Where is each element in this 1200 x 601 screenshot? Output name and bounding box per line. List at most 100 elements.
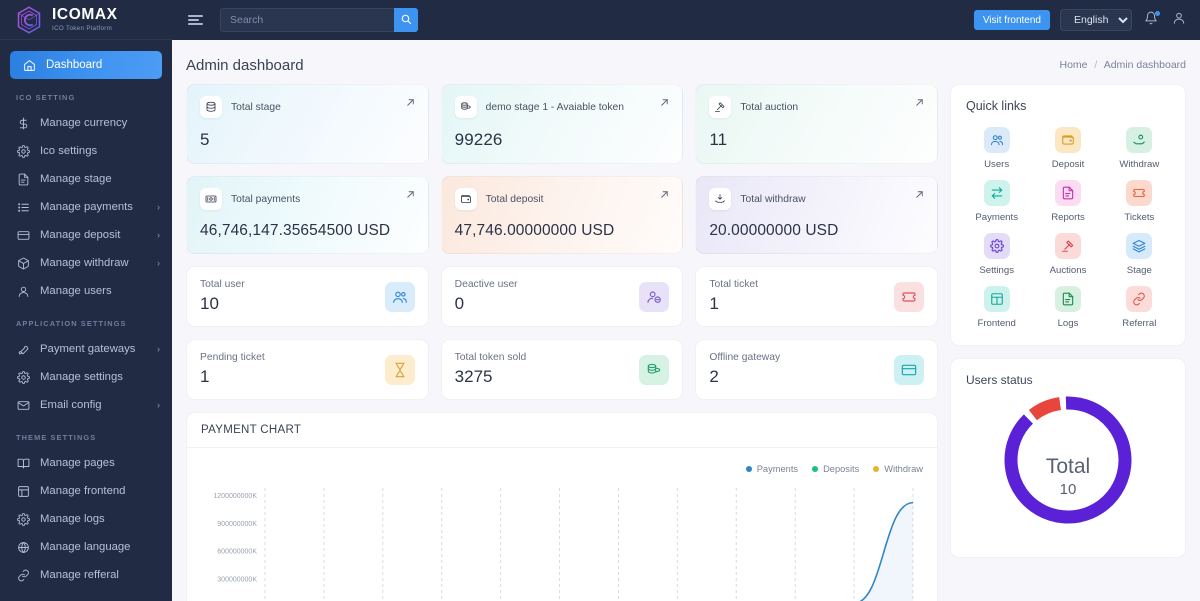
sidebar-item-manage-currency[interactable]: Manage currency [0, 109, 172, 137]
open-arrow-icon[interactable] [405, 189, 416, 200]
sidebar-item-manage-withdraw[interactable]: Manage withdraw › [0, 249, 172, 277]
sidebar-item-manage-stage[interactable]: Manage stage [0, 165, 172, 193]
stat-card-value: 0 [454, 294, 465, 313]
withdraw-icon [709, 188, 732, 210]
quick-links-panel: Quick links Users Deposit Withdraw Payme… [950, 84, 1186, 346]
sidebar-item-ico-settings[interactable]: Ico settings [0, 137, 172, 165]
quick-link-deposit[interactable]: Deposit [1034, 127, 1101, 170]
sidebar-item-manage-users[interactable]: Manage users [0, 277, 172, 305]
wallet-icon [454, 188, 477, 210]
stat-card-offline-gateway[interactable]: Offline gateway 2 [695, 339, 938, 400]
sidebar-section-title: THEME SETTINGS [16, 433, 97, 442]
quick-link-frontend[interactable]: Frontend [963, 286, 1030, 329]
breadcrumb-separator: / [1094, 59, 1098, 71]
coins-stack-icon [454, 96, 477, 118]
stat-card-label: Total withdraw [740, 193, 806, 205]
database-icon [200, 96, 222, 118]
search-button[interactable] [394, 8, 418, 32]
stat-card-label: Total user [200, 279, 245, 290]
ticket-icon [894, 281, 924, 312]
sidebar-item-manage-refferal[interactable]: Manage refferal [0, 561, 172, 589]
stat-card-value: 46,746,147.35654500 USD [200, 222, 391, 239]
sidebar-item-manage-logs[interactable]: Manage logs [0, 505, 172, 533]
sidebar-item-manage-language[interactable]: Manage language [0, 533, 172, 561]
stat-card-total-ticket[interactable]: Total ticket 1 [695, 266, 938, 327]
quick-link-logs[interactable]: Logs [1034, 286, 1101, 329]
stat-card-value: 2 [709, 367, 719, 386]
quick-link-label: Stage [1126, 265, 1152, 276]
breadcrumb-current: Admin dashboard [1103, 59, 1186, 71]
quick-link-settings[interactable]: Settings [963, 233, 1030, 276]
page-title: Admin dashboard [186, 56, 304, 74]
quick-link-label: Users [984, 159, 1010, 170]
card-icon [16, 228, 30, 242]
quick-link-payments[interactable]: Payments [963, 180, 1030, 223]
open-arrow-icon[interactable] [914, 97, 925, 108]
brand-header[interactable]: ICOMAX ICO Token Platform [0, 0, 172, 40]
quick-link-referral[interactable]: Referral [1106, 286, 1173, 329]
y-axis-tick-label: 600000000K [217, 549, 257, 556]
stat-card-total-user[interactable]: Total user 10 [186, 266, 429, 327]
sidebar-item-manage-frontend[interactable]: Manage frontend [0, 477, 172, 505]
gradient-cards-row-1: Total stage 5 demo stage 1 - Avaiable to… [186, 84, 938, 164]
users-status-panel: Users status Total 10 [950, 358, 1186, 558]
sidebar-section-title: APPLICATION SETTINGS [16, 319, 127, 328]
payment-chart-panel: PAYMENT CHART Payments Deposits Withdraw… [186, 412, 938, 601]
user-minus-icon [639, 281, 670, 312]
quick-link-auctions[interactable]: Auctions [1034, 233, 1101, 276]
main-area: Visit frontend English [172, 0, 1200, 601]
search-input[interactable] [220, 8, 394, 32]
y-axis-tick-label: 900000000K [217, 521, 257, 528]
quick-link-users[interactable]: Users [963, 127, 1030, 170]
stat-card-label: Total token sold [454, 352, 527, 363]
link-icon [16, 568, 30, 582]
quick-links-grid: Users Deposit Withdraw Payments Reports … [951, 113, 1185, 345]
stat-card-value: 5 [200, 130, 210, 149]
coins-icon [639, 354, 670, 385]
visit-frontend-button[interactable]: Visit frontend [973, 10, 1050, 30]
stat-card-total-deposit[interactable]: Total deposit 47,746.00000000 USD [440, 176, 684, 254]
sidebar-item-dashboard[interactable]: Dashboard [10, 51, 162, 79]
sidebar-item-manage-payments[interactable]: Manage payments › [0, 193, 172, 221]
open-arrow-icon[interactable] [405, 97, 416, 108]
stat-card-total-withdraw[interactable]: Total withdraw 20.00000000 USD [695, 176, 938, 254]
notification-bell-button[interactable] [1142, 11, 1160, 29]
sidebar-nav: Dashboard ICO SETTING Manage currency Ico … [0, 40, 172, 599]
quick-link-stage[interactable]: Stage [1106, 233, 1173, 276]
quick-link-withdraw[interactable]: Withdraw [1106, 127, 1173, 170]
chevron-right-icon: › [157, 344, 160, 354]
breadcrumb: Home / Admin dashboard [1059, 59, 1186, 71]
donut-segment-inactive [1028, 397, 1062, 421]
stat-card-pending-ticket[interactable]: Pending ticket 1 [186, 339, 429, 400]
y-axis-tick-label: 300000000K [217, 576, 257, 583]
hamburger-icon[interactable] [182, 7, 208, 33]
stat-cards-row-1: Total user 10 Deactive user 0 Total tick… [186, 266, 938, 327]
stat-card-value: 20.00000000 USD [709, 222, 839, 239]
stat-card-demo-stage-1-avaiable-token[interactable]: demo stage 1 - Avaiable token 99226 [440, 84, 684, 164]
sidebar-item-email-config[interactable]: Email config › [0, 391, 172, 419]
quick-link-label: Settings [979, 265, 1014, 276]
stat-card-total-stage[interactable]: Total stage 5 [186, 84, 429, 164]
sidebar-item-manage-pages[interactable]: Manage pages [0, 449, 172, 477]
sidebar-item-label: Ico settings [40, 145, 98, 157]
sidebar-item-manage-deposit[interactable]: Manage deposit › [0, 221, 172, 249]
language-select[interactable]: English [1060, 9, 1132, 31]
sidebar-item-label: Manage deposit [40, 229, 121, 241]
stat-card-total-token-sold[interactable]: Total token sold 3275 [440, 339, 684, 400]
stat-card-value: 99226 [454, 130, 503, 149]
stat-card-deactive-user[interactable]: Deactive user 0 [440, 266, 684, 327]
sidebar-item-label: Manage currency [40, 117, 128, 129]
quick-link-reports[interactable]: Reports [1034, 180, 1101, 223]
open-arrow-icon[interactable] [659, 97, 670, 108]
open-arrow-icon[interactable] [659, 189, 670, 200]
profile-button[interactable] [1170, 11, 1188, 29]
right-column: Quick links Users Deposit Withdraw Payme… [950, 84, 1186, 601]
stat-card-total-auction[interactable]: Total auction 11 [695, 84, 938, 164]
open-arrow-icon[interactable] [914, 189, 925, 200]
quick-link-tickets[interactable]: Tickets [1106, 180, 1173, 223]
quick-links-title: Quick links [966, 99, 1027, 113]
sidebar-item-manage-settings[interactable]: Manage settings [0, 363, 172, 391]
stat-card-total-payments[interactable]: Total payments 46,746,147.35654500 USD [186, 176, 429, 254]
sidebar-item-payment-gateways[interactable]: Payment gateways › [0, 335, 172, 363]
breadcrumb-home[interactable]: Home [1059, 59, 1087, 71]
